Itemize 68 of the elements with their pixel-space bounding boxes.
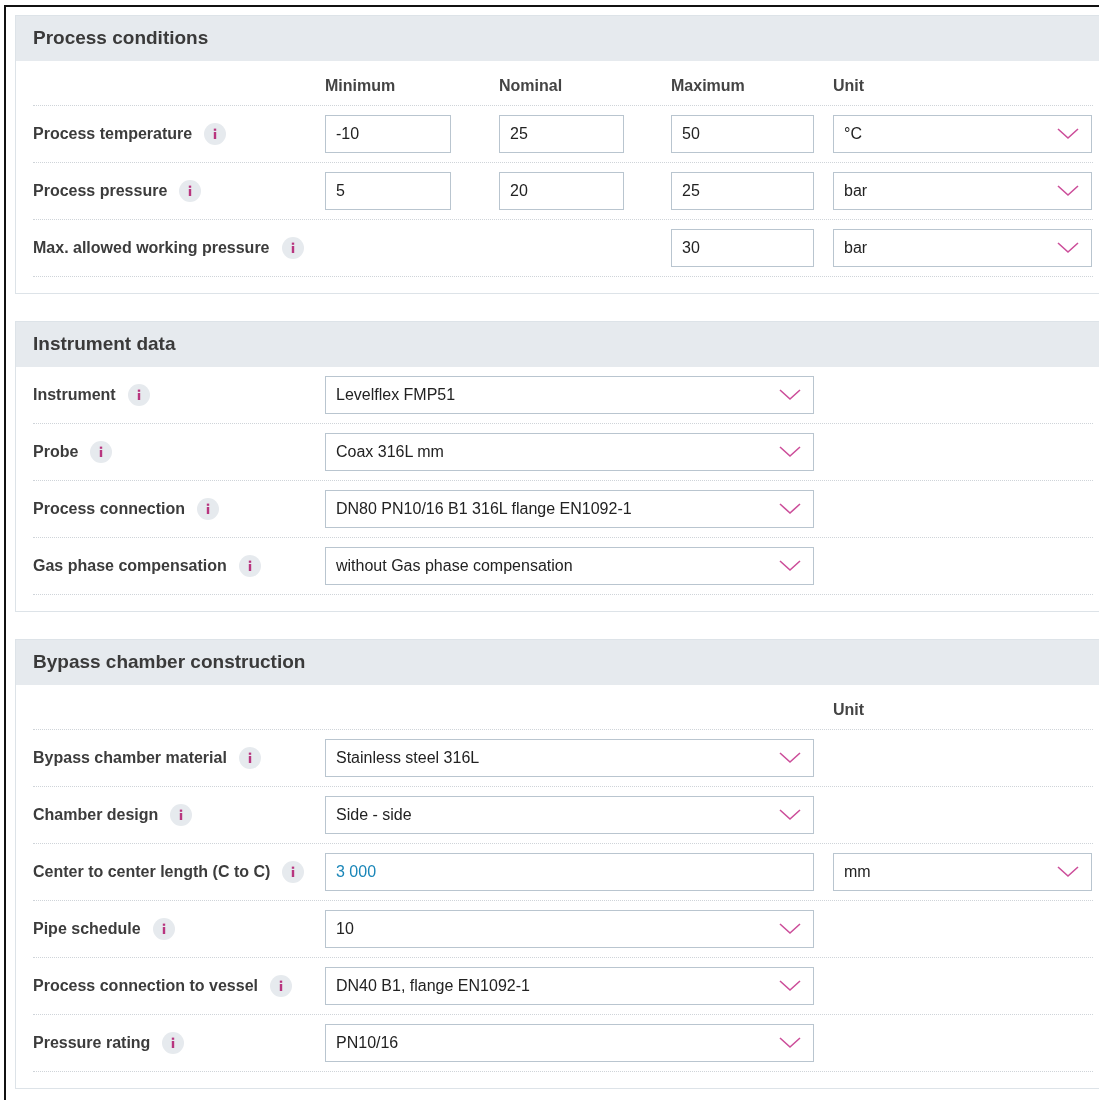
chevron-icon: [1057, 242, 1079, 254]
info-icon[interactable]: [179, 180, 202, 202]
field-label: Process pressure: [33, 181, 168, 201]
input-field[interactable]: 25: [671, 172, 814, 210]
field-label: Process connection: [33, 499, 186, 519]
dropdown[interactable]: Coax 316L mm: [325, 433, 814, 471]
dropdown[interactable]: Stainless steel 316L: [325, 739, 814, 777]
field-label: Pipe schedule: [33, 919, 141, 939]
chevron-icon: [1057, 866, 1079, 878]
input-field[interactable]: 20: [499, 172, 624, 210]
input-field[interactable]: 3 000: [325, 853, 814, 891]
chevron-icon: [1057, 185, 1079, 197]
dropdown[interactable]: bar: [833, 172, 1092, 210]
column-header: Nominal: [499, 77, 564, 95]
dropdown[interactable]: DN40 B1, flange EN1092-1: [325, 967, 814, 1005]
column-header: Unit: [833, 701, 866, 719]
input-field[interactable]: -10: [325, 115, 451, 153]
input-field[interactable]: 30: [671, 229, 814, 267]
column-header: Minimum: [325, 77, 397, 95]
dropdown[interactable]: without Gas phase compensation: [325, 547, 814, 585]
info-icon[interactable]: [204, 123, 227, 145]
info-icon[interactable]: [282, 861, 305, 883]
chevron-icon: [779, 446, 801, 458]
section-title: Bypass chamber construction: [16, 640, 1099, 685]
field-label: Center to center length (C to C): [33, 862, 271, 882]
info-icon[interactable]: [281, 237, 304, 259]
field-label: Gas phase compensation: [33, 556, 227, 576]
column-header: Maximum: [671, 77, 746, 95]
field-label: Chamber design: [33, 805, 159, 825]
info-icon[interactable]: [90, 441, 113, 463]
input-field[interactable]: 5: [325, 172, 451, 210]
chevron-icon: [779, 923, 801, 935]
info-icon[interactable]: [162, 1032, 185, 1054]
dropdown[interactable]: Side - side: [325, 796, 814, 834]
info-icon[interactable]: [238, 555, 261, 577]
field-label: Max. allowed working pressure: [33, 238, 270, 258]
info-icon[interactable]: [238, 747, 261, 769]
chevron-icon: [779, 980, 801, 992]
chevron-icon: [779, 560, 801, 572]
info-icon[interactable]: [197, 498, 220, 520]
field-label: Bypass chamber material: [33, 748, 227, 768]
section-title: Instrument data: [16, 322, 1099, 367]
dropdown[interactable]: mm: [833, 853, 1092, 891]
chevron-icon: [779, 809, 801, 821]
info-icon[interactable]: [170, 804, 193, 826]
dropdown[interactable]: DN80 PN10/16 B1 316L flange EN1092-1: [325, 490, 814, 528]
chevron-icon: [779, 752, 801, 764]
chevron-icon: [1057, 128, 1079, 140]
chevron-icon: [779, 389, 801, 401]
field-label: Process connection to vessel: [33, 976, 258, 996]
field-label: Instrument: [33, 385, 116, 405]
info-icon[interactable]: [127, 384, 150, 406]
dropdown[interactable]: 10: [325, 910, 814, 948]
dropdown[interactable]: °C: [833, 115, 1092, 153]
dropdown[interactable]: PN10/16: [325, 1024, 814, 1062]
section-title: Process conditions: [16, 16, 1099, 61]
chevron-icon: [779, 1037, 801, 1049]
field-label: Process temperature: [33, 124, 193, 144]
info-icon[interactable]: [152, 918, 175, 940]
field-label: Pressure rating: [33, 1033, 151, 1053]
input-field[interactable]: 50: [671, 115, 814, 153]
field-label: Probe: [33, 442, 79, 462]
input-field[interactable]: 25: [499, 115, 624, 153]
dropdown[interactable]: Levelflex FMP51: [325, 376, 814, 414]
dropdown[interactable]: bar: [833, 229, 1092, 267]
info-icon[interactable]: [270, 975, 292, 997]
column-header: Unit: [833, 77, 866, 95]
chevron-icon: [779, 503, 801, 515]
